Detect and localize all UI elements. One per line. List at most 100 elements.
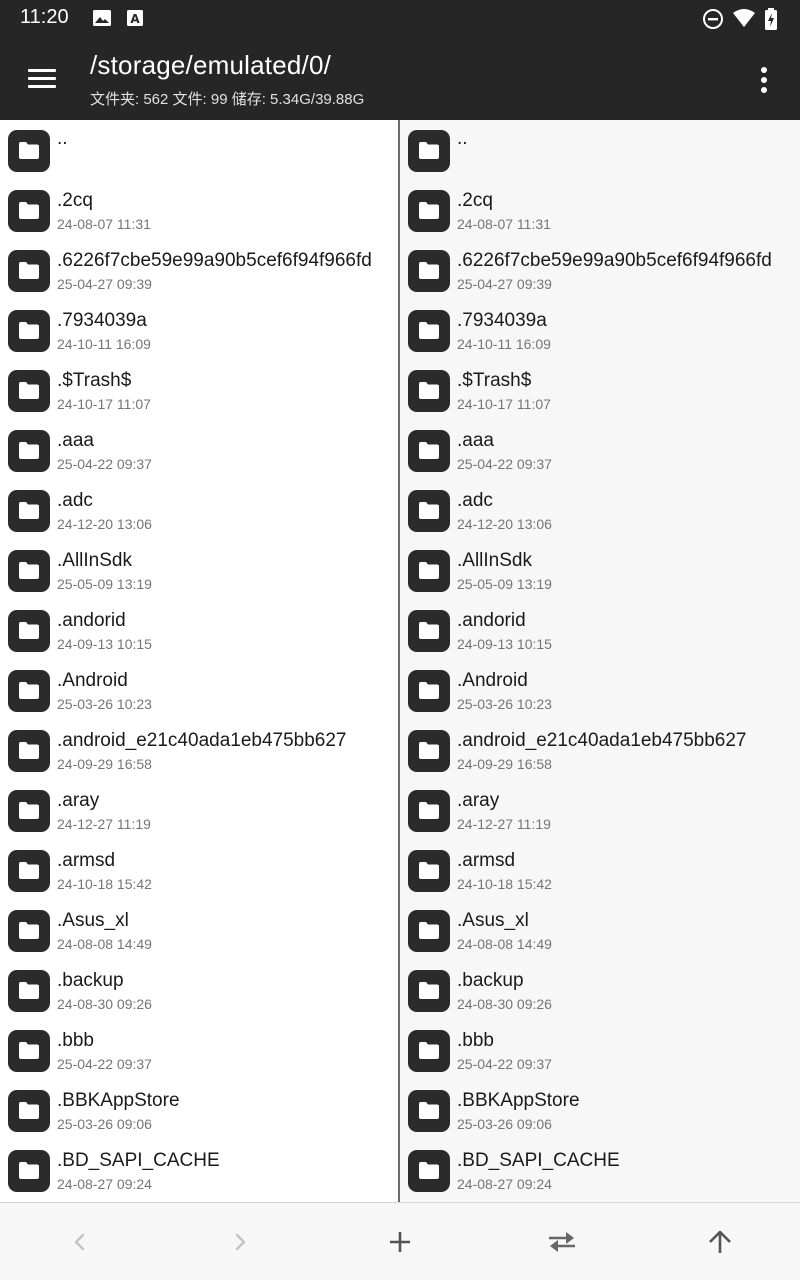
folder-date: 25-03-26 10:23 [57, 696, 152, 712]
add-button[interactable] [320, 1203, 480, 1281]
folder-icon [408, 130, 450, 172]
folder-date: 24-09-29 16:58 [57, 756, 152, 772]
more-vert-icon[interactable] [748, 64, 780, 96]
folder-row[interactable]: .aaa 25-04-22 09:37 [0, 420, 398, 480]
parent-folder-row[interactable]: .. [0, 120, 398, 180]
hamburger-menu-icon[interactable] [22, 60, 62, 96]
folder-date: 24-10-11 16:09 [57, 336, 151, 352]
folder-row[interactable]: .BBKAppStore 25-03-26 09:06 [400, 1080, 800, 1140]
folder-row[interactable]: .bbb 25-04-22 09:37 [400, 1020, 800, 1080]
folder-icon [8, 310, 50, 352]
folder-name: .android_e21c40ada1eb475bb627 [457, 730, 747, 751]
folder-name: .bbb [457, 1030, 494, 1051]
folder-row[interactable]: .$Trash$ 24-10-17 11:07 [0, 360, 398, 420]
folder-row[interactable]: .BD_SAPI_CACHE 24-08-27 09:24 [400, 1140, 800, 1200]
folder-name: .BBKAppStore [57, 1090, 180, 1111]
folder-name: .Asus_xl [457, 910, 529, 931]
folder-name: .aray [457, 790, 500, 811]
folder-row[interactable]: .backup 24-08-30 09:26 [400, 960, 800, 1020]
folder-name: .BBKAppStore [457, 1090, 580, 1111]
folder-name: .aaa [57, 430, 94, 451]
add-icon [390, 1232, 410, 1252]
folder-name: .7934039a [57, 310, 147, 331]
folder-name: .backup [457, 970, 524, 991]
folder-row[interactable]: .6226f7cbe59e99a90b5cef6f94f966fd 25-04-2… [400, 240, 800, 300]
folder-row[interactable]: .AllInSdk 25-05-09 13:19 [400, 540, 800, 600]
folder-row[interactable]: .Android 25-03-26 10:23 [0, 660, 398, 720]
folder-date: 24-08-08 14:49 [57, 936, 152, 952]
right-pane[interactable]: .. .2cq 24-08-07 11:31 .6226f7cbe59e99a90b5… [400, 120, 800, 1202]
folder-name: .Asus_xl [57, 910, 129, 931]
folder-date: 25-05-09 13:19 [457, 576, 552, 592]
swap-panes-button[interactable] [480, 1203, 640, 1281]
folder-name: .Android [57, 670, 128, 691]
folder-date: 24-08-27 09:24 [457, 1176, 552, 1192]
go-up-button[interactable] [640, 1203, 800, 1281]
folder-name: .armsd [57, 850, 116, 871]
folder-row[interactable]: .6226f7cbe59e99a90b5cef6f94f966fd 25-04-2… [0, 240, 398, 300]
folder-row[interactable]: .adc 24-12-20 13:06 [0, 480, 398, 540]
folder-row[interactable]: .2cq 24-08-07 11:31 [400, 180, 800, 240]
folder-name: .andorid [457, 610, 526, 631]
folder-row[interactable]: .andorid 24-09-13 10:15 [400, 600, 800, 660]
parent-folder-row[interactable]: .. [400, 120, 800, 180]
folder-icon [8, 430, 50, 472]
folder-name: .Android [457, 670, 528, 691]
folder-row[interactable]: .aray 24-12-27 11:19 [400, 780, 800, 840]
folder-row[interactable]: .bbb 25-04-22 09:37 [0, 1020, 398, 1080]
folder-date: 24-12-27 11:19 [57, 816, 151, 832]
folder-row[interactable]: .BD_SAPI_CACHE 24-08-27 09:24 [0, 1140, 398, 1200]
folder-date: 25-04-22 09:37 [57, 1056, 152, 1072]
folder-name: .AllInSdk [457, 550, 532, 571]
forward-icon [235, 1233, 246, 1251]
folder-date: 24-10-18 15:42 [457, 876, 552, 892]
folder-row[interactable]: .$Trash$ 24-10-17 11:07 [400, 360, 800, 420]
folder-row[interactable]: .Asus_xl 24-08-08 14:49 [0, 900, 398, 960]
folder-row[interactable]: .AllInSdk 25-05-09 13:19 [0, 540, 398, 600]
folder-icon [408, 970, 450, 1012]
folder-date: 24-10-11 16:09 [457, 336, 551, 352]
folder-icon [408, 370, 450, 412]
folder-row[interactable]: .android_e21c40ada1eb475bb627 24-09-29 16… [0, 720, 398, 780]
folder-date: 24-08-27 09:24 [57, 1176, 152, 1192]
a-icon: A [126, 8, 144, 32]
folder-icon [408, 1150, 450, 1192]
folder-row[interactable]: .BBKAppStore 25-03-26 09:06 [0, 1080, 398, 1140]
folder-row[interactable]: .aray 24-12-27 11:19 [0, 780, 398, 840]
left-pane[interactable]: .. .2cq 24-08-07 11:31 .6226f7cbe59e99a90b5… [0, 120, 400, 1202]
folder-date: 25-04-27 09:39 [457, 276, 552, 292]
folder-icon [8, 670, 50, 712]
folder-name: .2cq [57, 190, 93, 211]
folder-row[interactable]: .7934039a 24-10-11 16:09 [400, 300, 800, 360]
folder-row[interactable]: .Asus_xl 24-08-08 14:49 [400, 900, 800, 960]
folder-row[interactable]: .adc 24-12-20 13:06 [400, 480, 800, 540]
folder-name: .aaa [457, 430, 494, 451]
folder-date: 24-10-18 15:42 [57, 876, 152, 892]
folder-date: 24-12-20 13:06 [457, 516, 552, 532]
folder-date: 24-08-07 11:31 [57, 216, 151, 232]
forward-button[interactable] [160, 1203, 320, 1281]
back-button[interactable] [0, 1203, 160, 1281]
folder-row[interactable]: .Android 25-03-26 10:23 [400, 660, 800, 720]
storage-stats: 文件夹: 562 文件: 99 储存: 5.34G/39.88G [90, 91, 365, 108]
battery-icon [764, 8, 778, 34]
folder-row[interactable]: .2cq 24-08-07 11:31 [0, 180, 398, 240]
folder-row[interactable]: .armsd 24-10-18 15:42 [0, 840, 398, 900]
folder-row[interactable]: .aaa 25-04-22 09:37 [400, 420, 800, 480]
folder-icon [8, 610, 50, 652]
folder-icon [408, 310, 450, 352]
folder-icon [8, 850, 50, 892]
folder-row[interactable]: .android_e21c40ada1eb475bb627 24-09-29 16… [400, 720, 800, 780]
folder-row[interactable]: .backup 24-08-30 09:26 [0, 960, 398, 1020]
folder-row[interactable]: .7934039a 24-10-11 16:09 [0, 300, 398, 360]
folder-icon [408, 670, 450, 712]
do-not-disturb-icon [702, 8, 724, 34]
folder-icon [408, 490, 450, 532]
folder-date: 24-08-30 09:26 [57, 996, 152, 1012]
folder-row[interactable]: .armsd 24-10-18 15:42 [400, 840, 800, 900]
folder-icon [8, 130, 50, 172]
folder-date: 24-08-07 11:31 [457, 216, 551, 232]
folder-row[interactable]: .andorid 24-09-13 10:15 [0, 600, 398, 660]
status-bar: 11:20 A [0, 0, 800, 36]
folder-icon [8, 490, 50, 532]
